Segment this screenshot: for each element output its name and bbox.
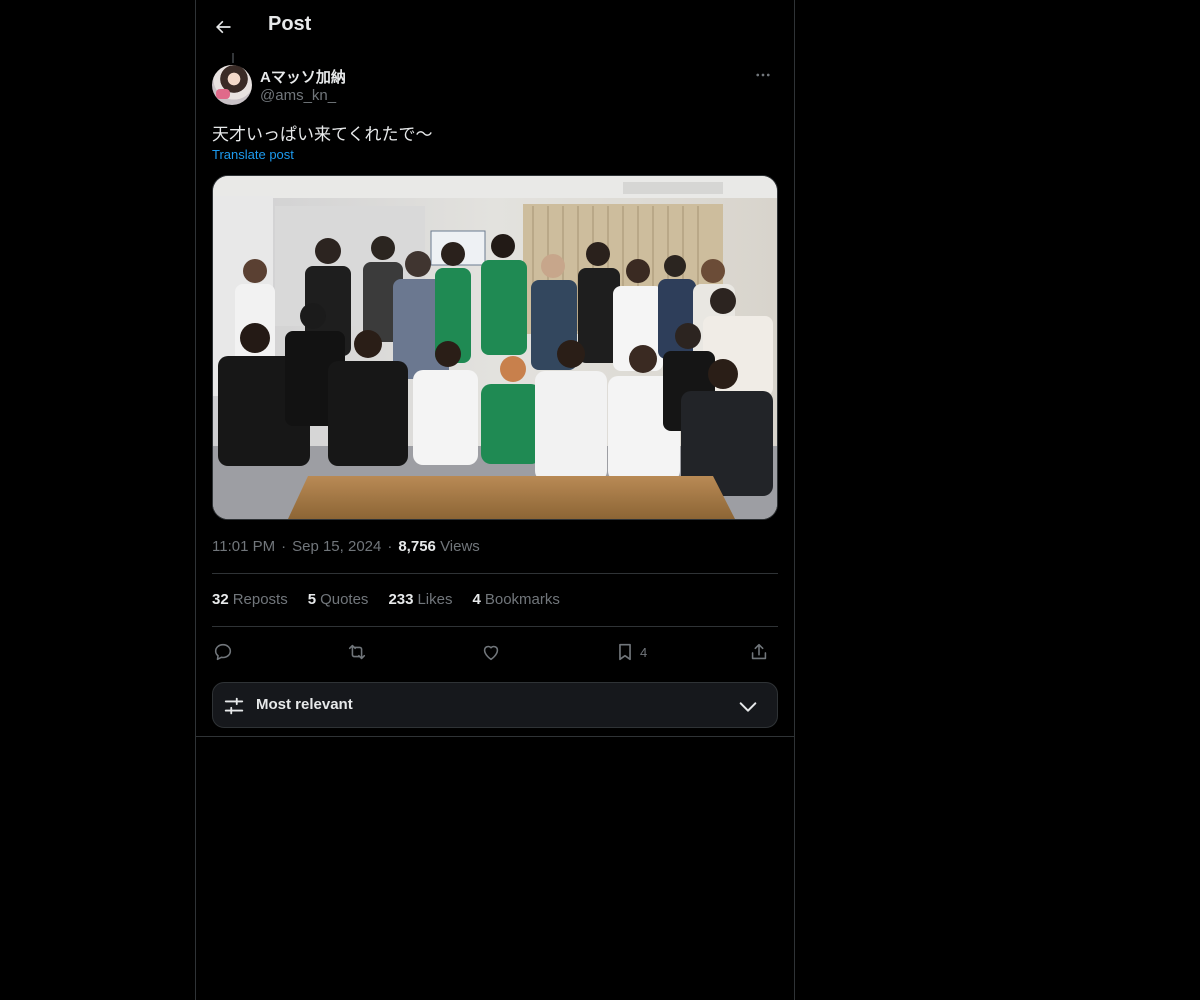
divider-middle bbox=[212, 626, 778, 627]
likes-stat[interactable]: 233 Likes bbox=[388, 591, 452, 608]
post-photo[interactable] bbox=[212, 175, 778, 520]
views-label: Views bbox=[440, 538, 480, 555]
reply-icon bbox=[214, 643, 232, 661]
quotes-label: Quotes bbox=[320, 591, 369, 608]
likes-count: 233 bbox=[388, 591, 414, 608]
divider-bottom bbox=[196, 736, 794, 737]
arrow-left-icon bbox=[216, 20, 231, 34]
engagement-stats: 32 Reposts 5 Quotes 233 Likes 4 Bookmarks bbox=[212, 591, 560, 608]
bookmark-button[interactable]: 4 bbox=[614, 638, 647, 666]
bookmark-icon bbox=[619, 643, 631, 661]
post-timestamp-views: 11:01 PM · Sep 15, 2024 · 8,756 Views bbox=[212, 538, 480, 555]
sort-label: Most relevant bbox=[256, 696, 353, 713]
repost-button[interactable] bbox=[346, 638, 368, 666]
post-time[interactable]: 11:01 PM bbox=[212, 538, 275, 555]
post-date[interactable]: Sep 15, 2024 bbox=[292, 538, 381, 555]
avatar[interactable] bbox=[212, 65, 252, 105]
group-photo-image bbox=[213, 176, 777, 519]
bookmarks-label: Bookmarks bbox=[484, 591, 560, 608]
primary-column: Post Aマッソ加納 @ams_kn_ 天才いっぱい来てくれたで〜 Trans… bbox=[195, 0, 795, 1000]
chevron-down-icon bbox=[739, 702, 757, 712]
likes-label: Likes bbox=[417, 591, 453, 608]
share-icon bbox=[751, 643, 767, 660]
thread-connector bbox=[232, 53, 234, 63]
page-title: Post bbox=[268, 13, 312, 35]
views-count: 8,756 bbox=[398, 538, 436, 555]
more-options-button[interactable] bbox=[748, 65, 778, 85]
bookmarks-stat[interactable]: 4 Bookmarks bbox=[473, 591, 560, 608]
header: Post bbox=[196, 0, 794, 53]
more-horizontal-icon bbox=[756, 73, 770, 77]
replies-sort-dropdown[interactable]: Most relevant bbox=[212, 682, 778, 728]
translate-post-link[interactable]: Translate post bbox=[212, 147, 294, 162]
action-bar: 4 bbox=[212, 638, 778, 666]
reposts-count: 32 bbox=[212, 591, 229, 608]
post-text: 天才いっぱい来てくれたで〜 bbox=[212, 125, 433, 144]
back-button[interactable] bbox=[208, 12, 238, 42]
like-button[interactable] bbox=[480, 638, 502, 666]
quotes-stat[interactable]: 5 Quotes bbox=[308, 591, 369, 608]
heart-icon bbox=[483, 645, 499, 661]
divider-top bbox=[212, 573, 778, 574]
bookmarks-count: 4 bbox=[472, 591, 481, 608]
author-display-name[interactable]: Aマッソ加納 bbox=[260, 66, 346, 87]
author-handle[interactable]: @ams_kn_ bbox=[260, 87, 336, 104]
reposts-label: Reposts bbox=[232, 591, 288, 608]
sliders-icon bbox=[224, 697, 244, 715]
quotes-count: 5 bbox=[307, 591, 317, 608]
bookmark-action-count: 4 bbox=[640, 644, 648, 660]
share-button[interactable] bbox=[748, 638, 770, 666]
reply-button[interactable] bbox=[212, 638, 234, 666]
repost-icon bbox=[348, 644, 366, 660]
post-author: Aマッソ加納 @ams_kn_ bbox=[212, 65, 778, 107]
reposts-stat[interactable]: 32 Reposts bbox=[212, 591, 288, 608]
